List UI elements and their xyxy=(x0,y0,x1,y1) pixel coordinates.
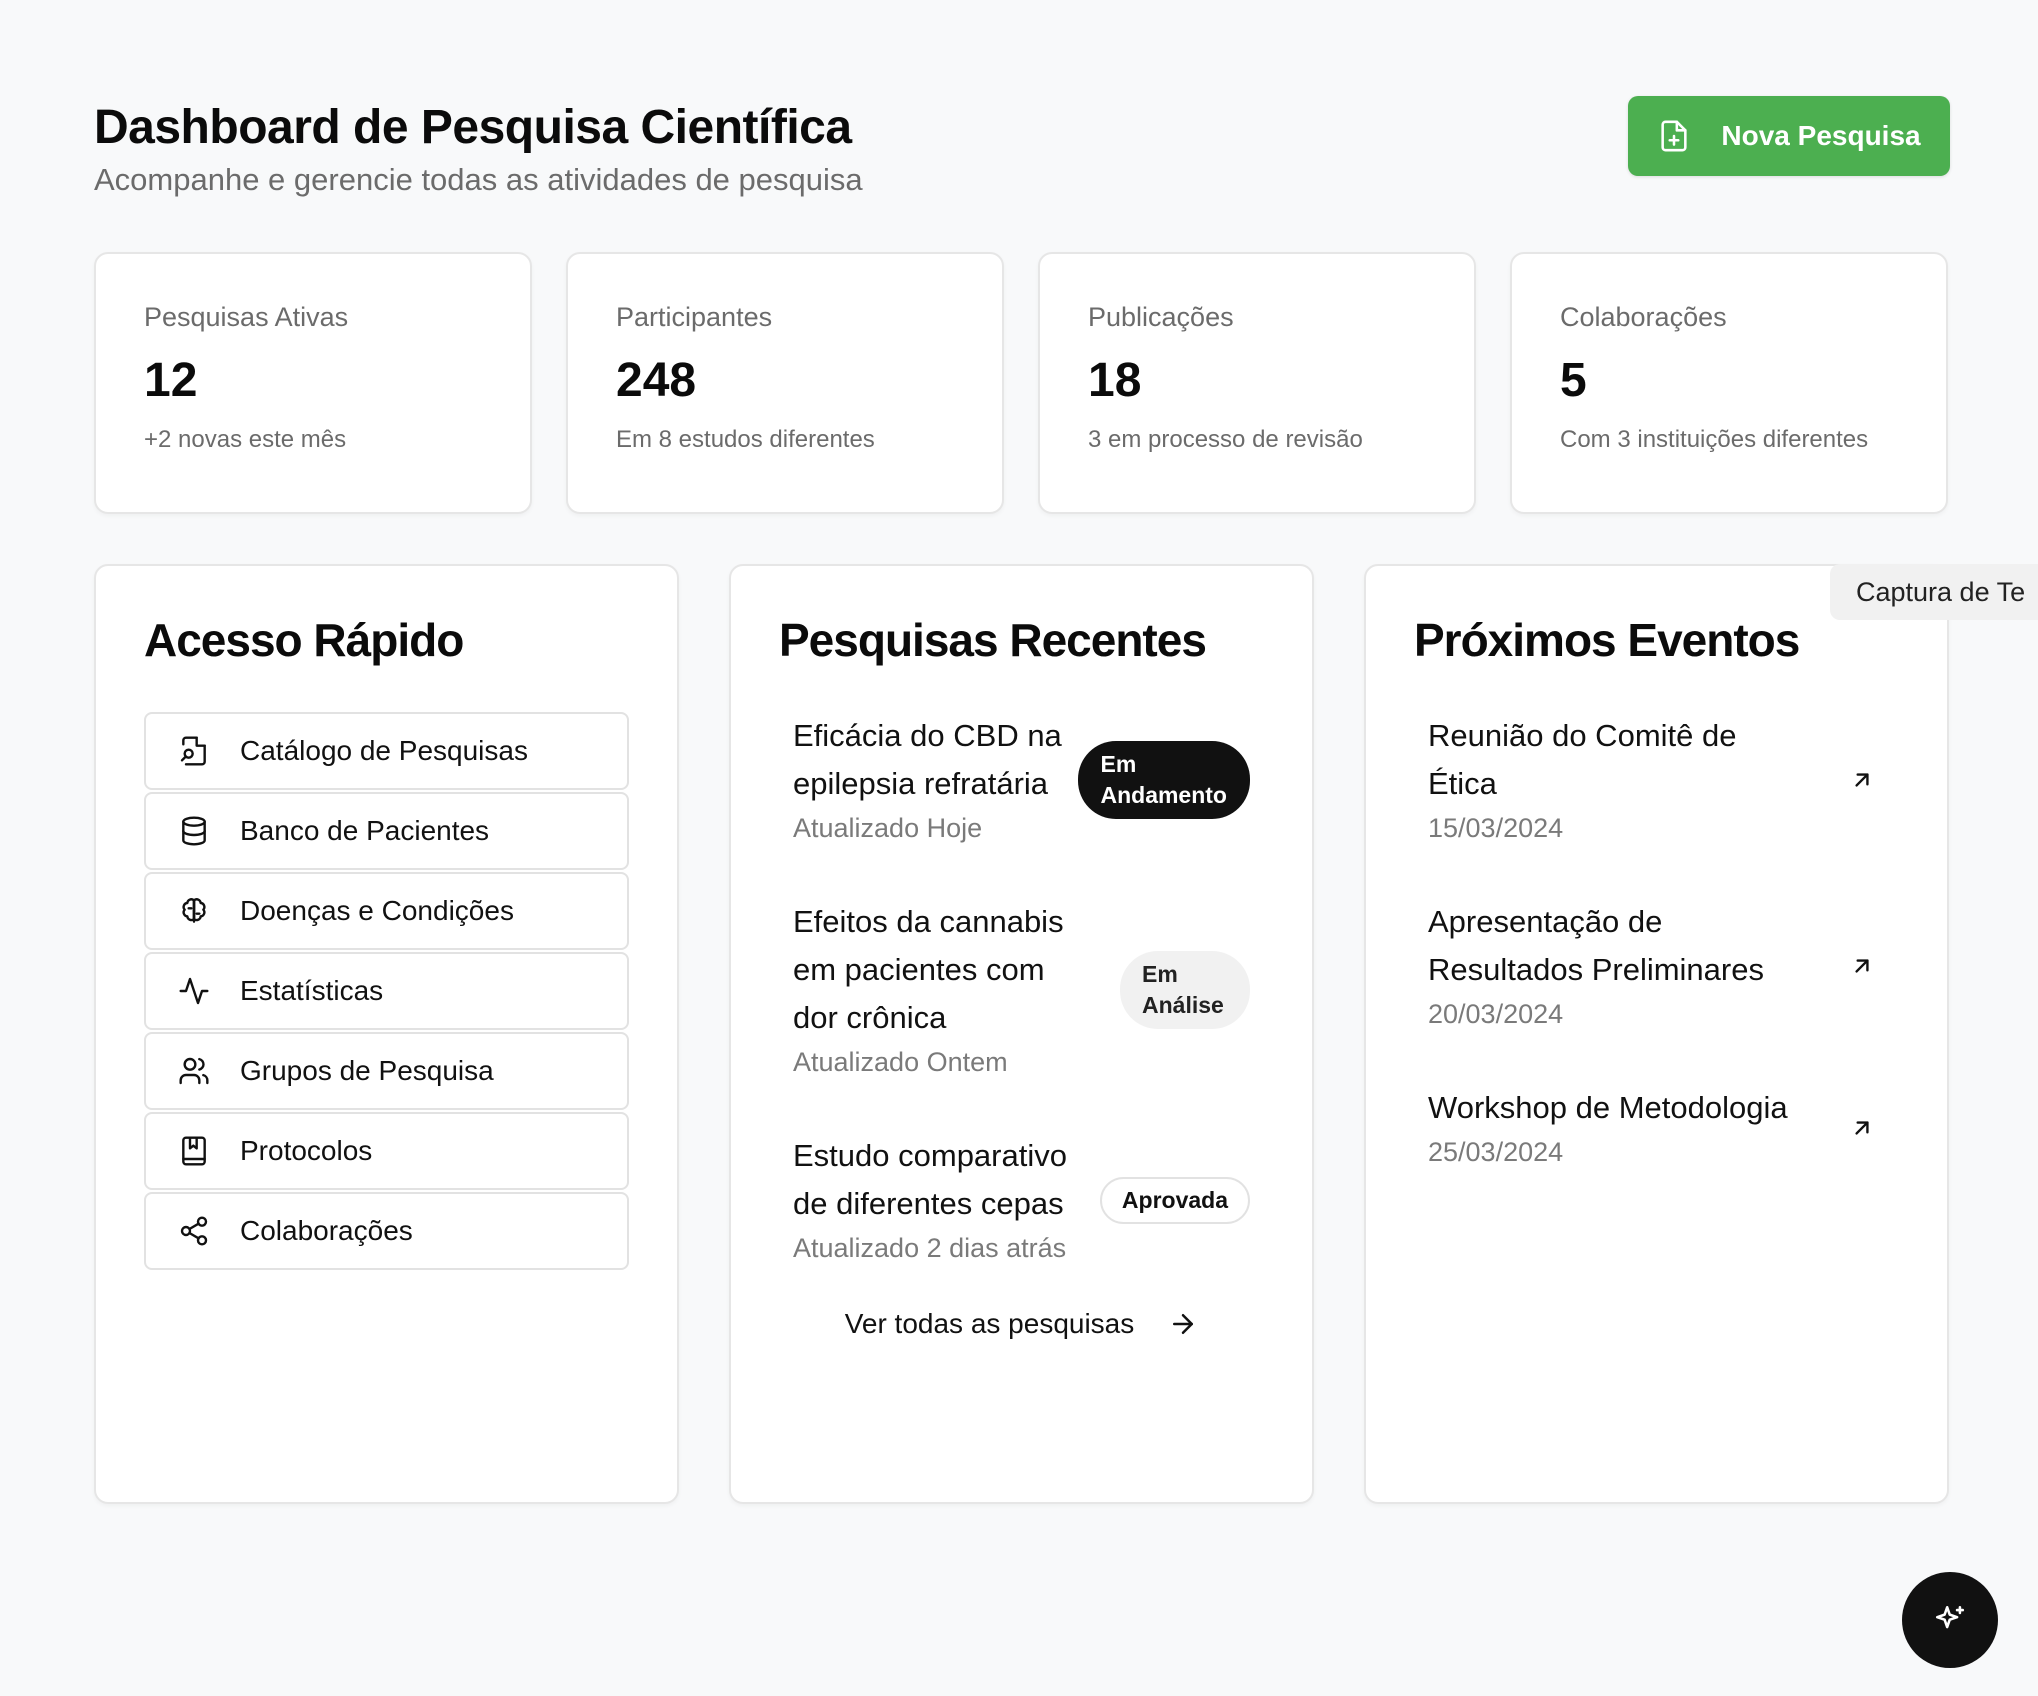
stats-row: Pesquisas Ativas 12 +2 novas este mês Pa… xyxy=(94,252,1950,514)
sparkles-icon xyxy=(1935,1605,1965,1629)
stat-label: Pesquisas Ativas xyxy=(144,302,349,332)
status-badge: Em Andamento xyxy=(1078,741,1250,819)
page-header: Dashboard de Pesquisa Científica Acompan… xyxy=(94,96,1950,198)
recent-research-title: Pesquisas Recentes xyxy=(779,614,1207,666)
event-title: Reunião do Comitê de Ética xyxy=(1428,718,1737,801)
quick-access-list: Catálogo de Pesquisas Banco de Pacientes… xyxy=(144,712,629,1270)
quick-item-label: Protocolos xyxy=(240,1135,373,1166)
research-text: Eficácia do CBD na epilepsia refratária … xyxy=(793,712,1078,848)
events-card: Próximos Eventos Reunião do Comitê de Ét… xyxy=(1364,564,1949,1504)
research-list: Eficácia do CBD na epilepsia refratária … xyxy=(779,712,1264,1340)
quick-item-collaborations[interactable]: Colaborações xyxy=(144,1192,629,1270)
event-text: Workshop de Metodologia 25/03/2024 xyxy=(1428,1084,1788,1172)
status-badge: Em Análise xyxy=(1120,951,1250,1029)
research-item[interactable]: Estudo comparativo de diferentes cepas A… xyxy=(793,1132,1250,1268)
brain-icon xyxy=(182,898,206,923)
recent-research-card: Pesquisas Recentes Eficácia do CBD na ep… xyxy=(729,564,1314,1504)
quick-item-label: Catálogo de Pesquisas xyxy=(240,735,528,766)
quick-access-title: Acesso Rápido xyxy=(144,614,464,666)
event-item[interactable]: Reunião do Comitê de Ética 15/03/2024 xyxy=(1428,712,1885,848)
stat-label: Publicações xyxy=(1088,302,1234,332)
stat-note: 3 em processo de revisão xyxy=(1088,426,1363,453)
quick-access-card: Acesso Rápido Catálogo de Pesquisas Banc… xyxy=(94,564,679,1504)
database-icon xyxy=(182,816,206,846)
cards-row: Acesso Rápido Catálogo de Pesquisas Banc… xyxy=(94,564,1950,1504)
research-title: Estudo comparativo de diferentes cepas xyxy=(793,1138,1067,1221)
arrow-up-right-icon[interactable] xyxy=(1849,953,1875,979)
stat-card-active-research: Pesquisas Ativas 12 +2 novas este mês xyxy=(94,252,532,514)
stat-card-participants: Participantes 248 Em 8 estudos diferente… xyxy=(566,252,1004,514)
event-text: Apresentação de Resultados Preliminares … xyxy=(1428,898,1808,1034)
event-date: 20/03/2024 xyxy=(1428,999,1564,1029)
quick-item-patient-database[interactable]: Banco de Pacientes xyxy=(144,792,629,870)
event-title: Apresentação de Resultados Preliminares xyxy=(1428,904,1764,987)
research-text: Estudo comparativo de diferentes cepas A… xyxy=(793,1132,1093,1268)
research-updated: Atualizado 2 dias atrás xyxy=(793,1233,1067,1263)
activity-icon xyxy=(179,977,209,1005)
research-text: Efeitos da cannabis em pacientes com dor… xyxy=(793,898,1093,1082)
quick-item-label: Banco de Pacientes xyxy=(240,815,490,846)
stat-card-collaborations: Colaborações 5 Com 3 instituições difere… xyxy=(1510,252,1948,514)
users-icon xyxy=(179,1057,209,1085)
research-item[interactable]: Efeitos da cannabis em pacientes com dor… xyxy=(793,898,1250,1082)
quick-item-label: Colaborações xyxy=(240,1215,413,1246)
book-icon xyxy=(182,1136,206,1166)
event-list: Reunião do Comitê de Ética 15/03/2024 Ap… xyxy=(1414,712,1899,1172)
research-updated: Atualizado Ontem xyxy=(793,1047,1008,1077)
stat-label: Participantes xyxy=(616,302,773,332)
events-title: Próximos Eventos xyxy=(1414,614,1800,666)
quick-item-label: Grupos de Pesquisa xyxy=(240,1055,494,1086)
new-research-label: Nova Pesquisa xyxy=(1721,120,1921,151)
quick-item-label: Doenças e Condições xyxy=(240,895,514,926)
file-search-icon xyxy=(180,736,206,766)
stat-value: 5 xyxy=(1560,354,1587,407)
arrow-up-right-icon[interactable] xyxy=(1849,767,1875,793)
quick-item-diseases[interactable]: Doenças e Condições xyxy=(144,872,629,950)
stat-note: Em 8 estudos diferentes xyxy=(616,426,875,453)
research-title: Eficácia do CBD na epilepsia refratária xyxy=(793,718,1062,801)
view-all-label: Ver todas as pesquisas xyxy=(844,1308,1135,1339)
stat-value: 18 xyxy=(1088,354,1142,407)
quick-item-protocols[interactable]: Protocolos xyxy=(144,1112,629,1190)
page-title: Dashboard de Pesquisa Científica xyxy=(94,101,852,154)
event-text: Reunião do Comitê de Ética 15/03/2024 xyxy=(1428,712,1788,848)
research-updated: Atualizado Hoje xyxy=(793,813,983,843)
stat-card-publications: Publicações 18 3 em processo de revisão xyxy=(1038,252,1476,514)
event-item[interactable]: Workshop de Metodologia 25/03/2024 xyxy=(1428,1084,1885,1172)
quick-item-statistics[interactable]: Estatísticas xyxy=(144,952,629,1030)
research-title: Efeitos da cannabis em pacientes com dor… xyxy=(793,904,1064,1035)
stat-label: Colaborações xyxy=(1560,302,1727,332)
ai-assistant-button[interactable] xyxy=(1902,1572,1998,1668)
dashboard-page: Dashboard de Pesquisa Científica Acompan… xyxy=(94,96,1950,1504)
view-all-research-link[interactable]: Ver todas as pesquisas xyxy=(793,1308,1250,1340)
event-title: Workshop de Metodologia xyxy=(1428,1090,1788,1125)
status-badge: Aprovada xyxy=(1099,1176,1250,1224)
screenshot-tooltip: Captura de Te xyxy=(1830,564,2038,620)
quick-item-label: Estatísticas xyxy=(240,975,384,1006)
event-date: 15/03/2024 xyxy=(1428,813,1564,843)
new-research-button[interactable]: Nova Pesquisa xyxy=(1628,96,1950,176)
research-item[interactable]: Eficácia do CBD na epilepsia refratária … xyxy=(793,712,1250,848)
stat-note: Com 3 instituições diferentes xyxy=(1560,426,1869,453)
event-date: 25/03/2024 xyxy=(1428,1137,1564,1167)
file-plus-icon xyxy=(1661,120,1687,152)
stat-value: 248 xyxy=(616,354,697,407)
arrow-up-right-icon[interactable] xyxy=(1849,1115,1875,1141)
stat-value: 12 xyxy=(144,354,198,407)
quick-item-research-catalog[interactable]: Catálogo de Pesquisas xyxy=(144,712,629,790)
header-text: Dashboard de Pesquisa Científica Acompan… xyxy=(94,96,863,198)
event-item[interactable]: Apresentação de Resultados Preliminares … xyxy=(1428,898,1885,1034)
page-subtitle: Acompanhe e gerencie todas as atividades… xyxy=(94,162,863,197)
share-icon xyxy=(180,1216,208,1246)
stat-note: +2 novas este mês xyxy=(144,426,347,453)
arrow-right-icon xyxy=(1173,1314,1194,1334)
quick-item-research-groups[interactable]: Grupos de Pesquisa xyxy=(144,1032,629,1110)
